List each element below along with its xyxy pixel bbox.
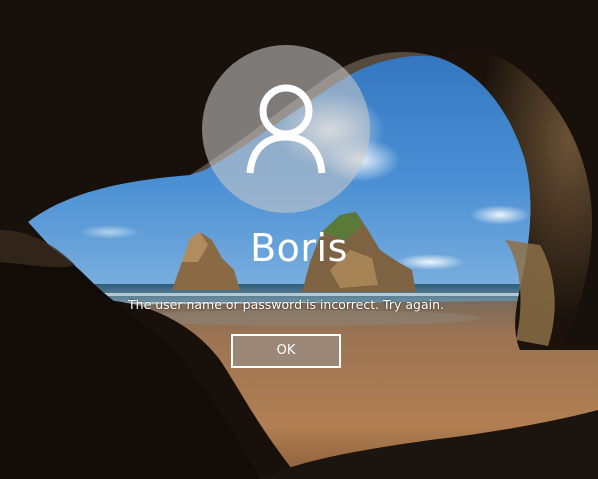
- ok-button[interactable]: OK: [231, 334, 341, 368]
- login-error-message: The user name or password is incorrect. …: [128, 297, 444, 312]
- user-silhouette-icon: [246, 84, 326, 174]
- user-name-label: Boris: [250, 226, 348, 270]
- lock-screen: Boris The user name or password is incor…: [0, 0, 598, 479]
- user-avatar[interactable]: [202, 45, 370, 213]
